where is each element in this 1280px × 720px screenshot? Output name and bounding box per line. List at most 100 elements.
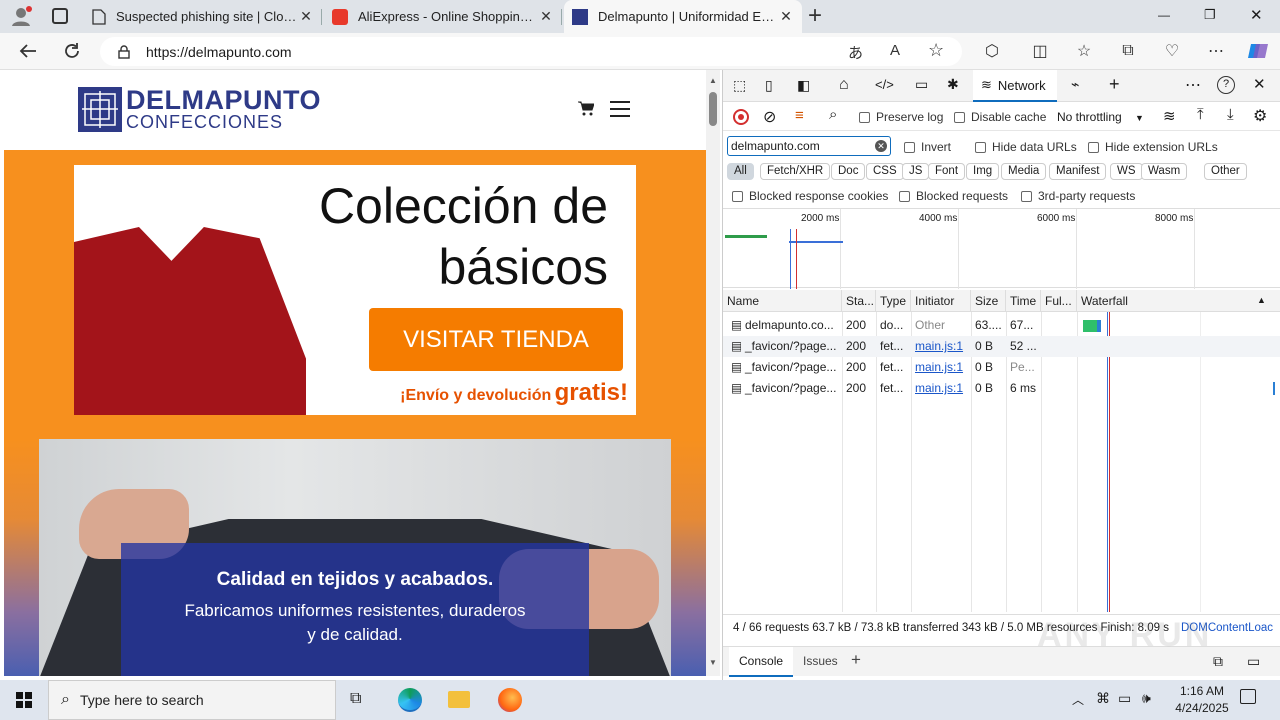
device-emulation-icon[interactable]: ▯ [765,77,773,94]
tab-actions-icon[interactable] [52,8,68,24]
filter-other[interactable]: Other [1204,163,1247,180]
tab-cloudflare[interactable]: Suspected phishing site | Cloudfl ✕ [84,0,322,33]
back-arrow-icon[interactable] [14,37,42,65]
tray-volume-icon[interactable]: 🕪 [1142,690,1151,707]
more-menu-icon[interactable]: ⋯ [1202,37,1230,65]
overview-timeline[interactable]: 2000 ms 4000 ms 6000 ms 8000 ms [723,208,1280,289]
dock-side-icon[interactable]: ◧ [797,77,810,94]
visit-store-button[interactable]: VISITAR TIENDA [369,308,623,371]
extensions-icon[interactable]: ⬡ [978,37,1006,65]
col-full[interactable]: Ful... [1041,290,1077,312]
close-tab-icon[interactable]: ✕ [298,8,314,25]
hamburger-menu-icon[interactable] [610,101,630,117]
file-explorer-icon[interactable] [448,691,470,708]
clock-time[interactable]: 1:16 AM [1172,684,1232,698]
elements-icon[interactable]: </> [875,77,894,92]
import-har-icon[interactable]: ⤒ [1197,106,1204,123]
taskbar-search-box[interactable]: ⌕ Type here to search [48,680,336,720]
filter-media[interactable]: Media [1001,163,1047,180]
scroll-up-arrow[interactable]: ▲ [709,76,717,85]
table-row[interactable]: ▤ _favicon/?page... 200 fet... main.js:1… [723,378,1280,399]
cart-icon[interactable] [578,101,595,119]
tray-ethernet-icon[interactable]: ▭ [1118,690,1131,707]
console-icon[interactable]: ▭ [915,76,928,93]
filter-ws[interactable]: WS [1110,163,1143,180]
cell-initiator-link[interactable]: main.js:1 [911,357,971,378]
search-icon[interactable]: ⌕ [829,106,837,123]
filter-css[interactable]: CSS [866,163,904,180]
close-devtools-icon[interactable]: ✕ [1253,75,1266,93]
sources-bug-icon[interactable]: ✱ [947,76,959,93]
export-har-icon[interactable]: ⤓ [1227,106,1234,123]
lock-icon[interactable] [118,44,130,59]
clear-filter-icon[interactable]: ✕ [875,140,887,152]
preserve-log-checkbox[interactable]: Preserve log [859,110,943,124]
translate-icon[interactable]: あ [848,42,863,63]
read-aloud-icon[interactable]: A [890,42,900,59]
tab-aliexpress[interactable]: AliExpress - Online Shopping für ✕ [324,0,562,33]
close-tab-icon[interactable]: ✕ [538,8,554,25]
hide-data-urls-checkbox[interactable]: Hide data URLs [975,140,1077,154]
invert-checkbox[interactable]: Invert [904,140,951,154]
favorites-icon[interactable]: ☆ [1070,37,1098,65]
clear-icon[interactable]: ⊘ [763,107,776,127]
throttling-select[interactable]: No throttling ▼ [1057,110,1144,124]
col-status[interactable]: Sta... [842,290,876,312]
network-conditions-icon[interactable]: ≋ [1163,107,1176,125]
restore-button[interactable]: ❐ [1204,7,1216,23]
filter-wasm[interactable]: Wasm [1141,163,1188,180]
collections-icon[interactable]: ⧉ [1114,37,1142,65]
browser-essentials-icon[interactable]: ♡ [1158,37,1186,65]
devtools-more-icon[interactable]: ⋯ [1185,75,1201,95]
blocked-requests-checkbox[interactable]: Blocked requests [899,189,1008,203]
banner-ad[interactable]: Colección de básicos VISITAR TIENDA ¡Env… [74,165,636,415]
filter-img[interactable]: Img [966,163,1000,180]
filter-manifest[interactable]: Manifest [1049,163,1107,180]
col-time[interactable]: Time [1006,290,1041,312]
dock-drawer-icon[interactable]: ⧉ [1213,653,1223,670]
col-waterfall[interactable]: Waterfall [1077,290,1280,312]
network-settings-gear-icon[interactable]: ⚙ [1253,106,1267,126]
network-tab[interactable]: ≋ Network [973,70,1057,102]
favorite-star-icon[interactable]: ☆ [928,40,944,61]
blocked-cookies-checkbox[interactable]: Blocked response cookies [732,189,888,203]
table-row[interactable]: ▤ _favicon/?page... 200 fet... main.js:1… [723,336,1280,357]
help-icon[interactable]: ? [1217,76,1235,94]
cell-initiator-link[interactable]: main.js:1 [911,336,971,357]
close-tab-icon[interactable]: ✕ [778,8,794,25]
tab-delmapunto[interactable]: Delmapunto | Uniformidad Escol ✕ [564,0,802,33]
site-logo[interactable]: DELMAPUNTO CONFECCIONES [78,85,338,133]
profile-icon[interactable] [10,5,32,27]
table-row[interactable]: ▤ delmapunto.co... 200 do... Other 63...… [723,315,1280,336]
cell-initiator-link[interactable]: main.js:1 [911,378,971,399]
drawer-tab-console[interactable]: Console [729,647,794,677]
tray-network-icon[interactable]: ⌘ [1096,690,1110,707]
col-type[interactable]: Type [876,290,911,312]
filter-font[interactable]: Font [928,163,966,180]
filter-all[interactable]: All [727,163,754,180]
col-name[interactable]: Name [723,290,842,312]
notifications-icon[interactable] [1240,689,1256,704]
filter-input[interactable]: delmapunto.com ✕ [727,136,891,156]
filter-doc[interactable]: Doc [831,163,866,180]
performance-icon[interactable]: ⌁ [1071,76,1079,93]
close-drawer-icon[interactable]: ▭ [1247,653,1260,670]
disable-cache-checkbox[interactable]: Disable cache [954,110,1046,124]
more-tools-plus-icon[interactable]: + [1109,74,1120,95]
clock-date[interactable]: 4/24/2025 [1166,701,1238,715]
col-size[interactable]: Size [971,290,1006,312]
hide-extension-urls-checkbox[interactable]: Hide extension URLs [1088,140,1218,154]
edge-taskbar-icon[interactable] [398,688,422,712]
add-drawer-tab-icon[interactable]: + [851,650,861,670]
drawer-tab-issues[interactable]: Issues [803,647,838,675]
firefox-icon[interactable] [498,688,522,712]
split-screen-icon[interactable]: ◫ [1026,37,1054,65]
copilot-icon[interactable] [1244,37,1272,65]
third-party-checkbox[interactable]: 3rd-party requests [1021,189,1135,203]
table-row[interactable]: ▤ _favicon/?page... 200 fet... main.js:1… [723,357,1280,378]
filter-fetch-xhr[interactable]: Fetch/XHR [760,163,831,180]
scroll-down-arrow[interactable]: ▼ [709,658,717,667]
windows-start-icon[interactable] [16,692,32,708]
url-text[interactable]: https://delmapunto.com [146,44,292,60]
task-view-icon[interactable]: ⧉ [350,690,361,708]
